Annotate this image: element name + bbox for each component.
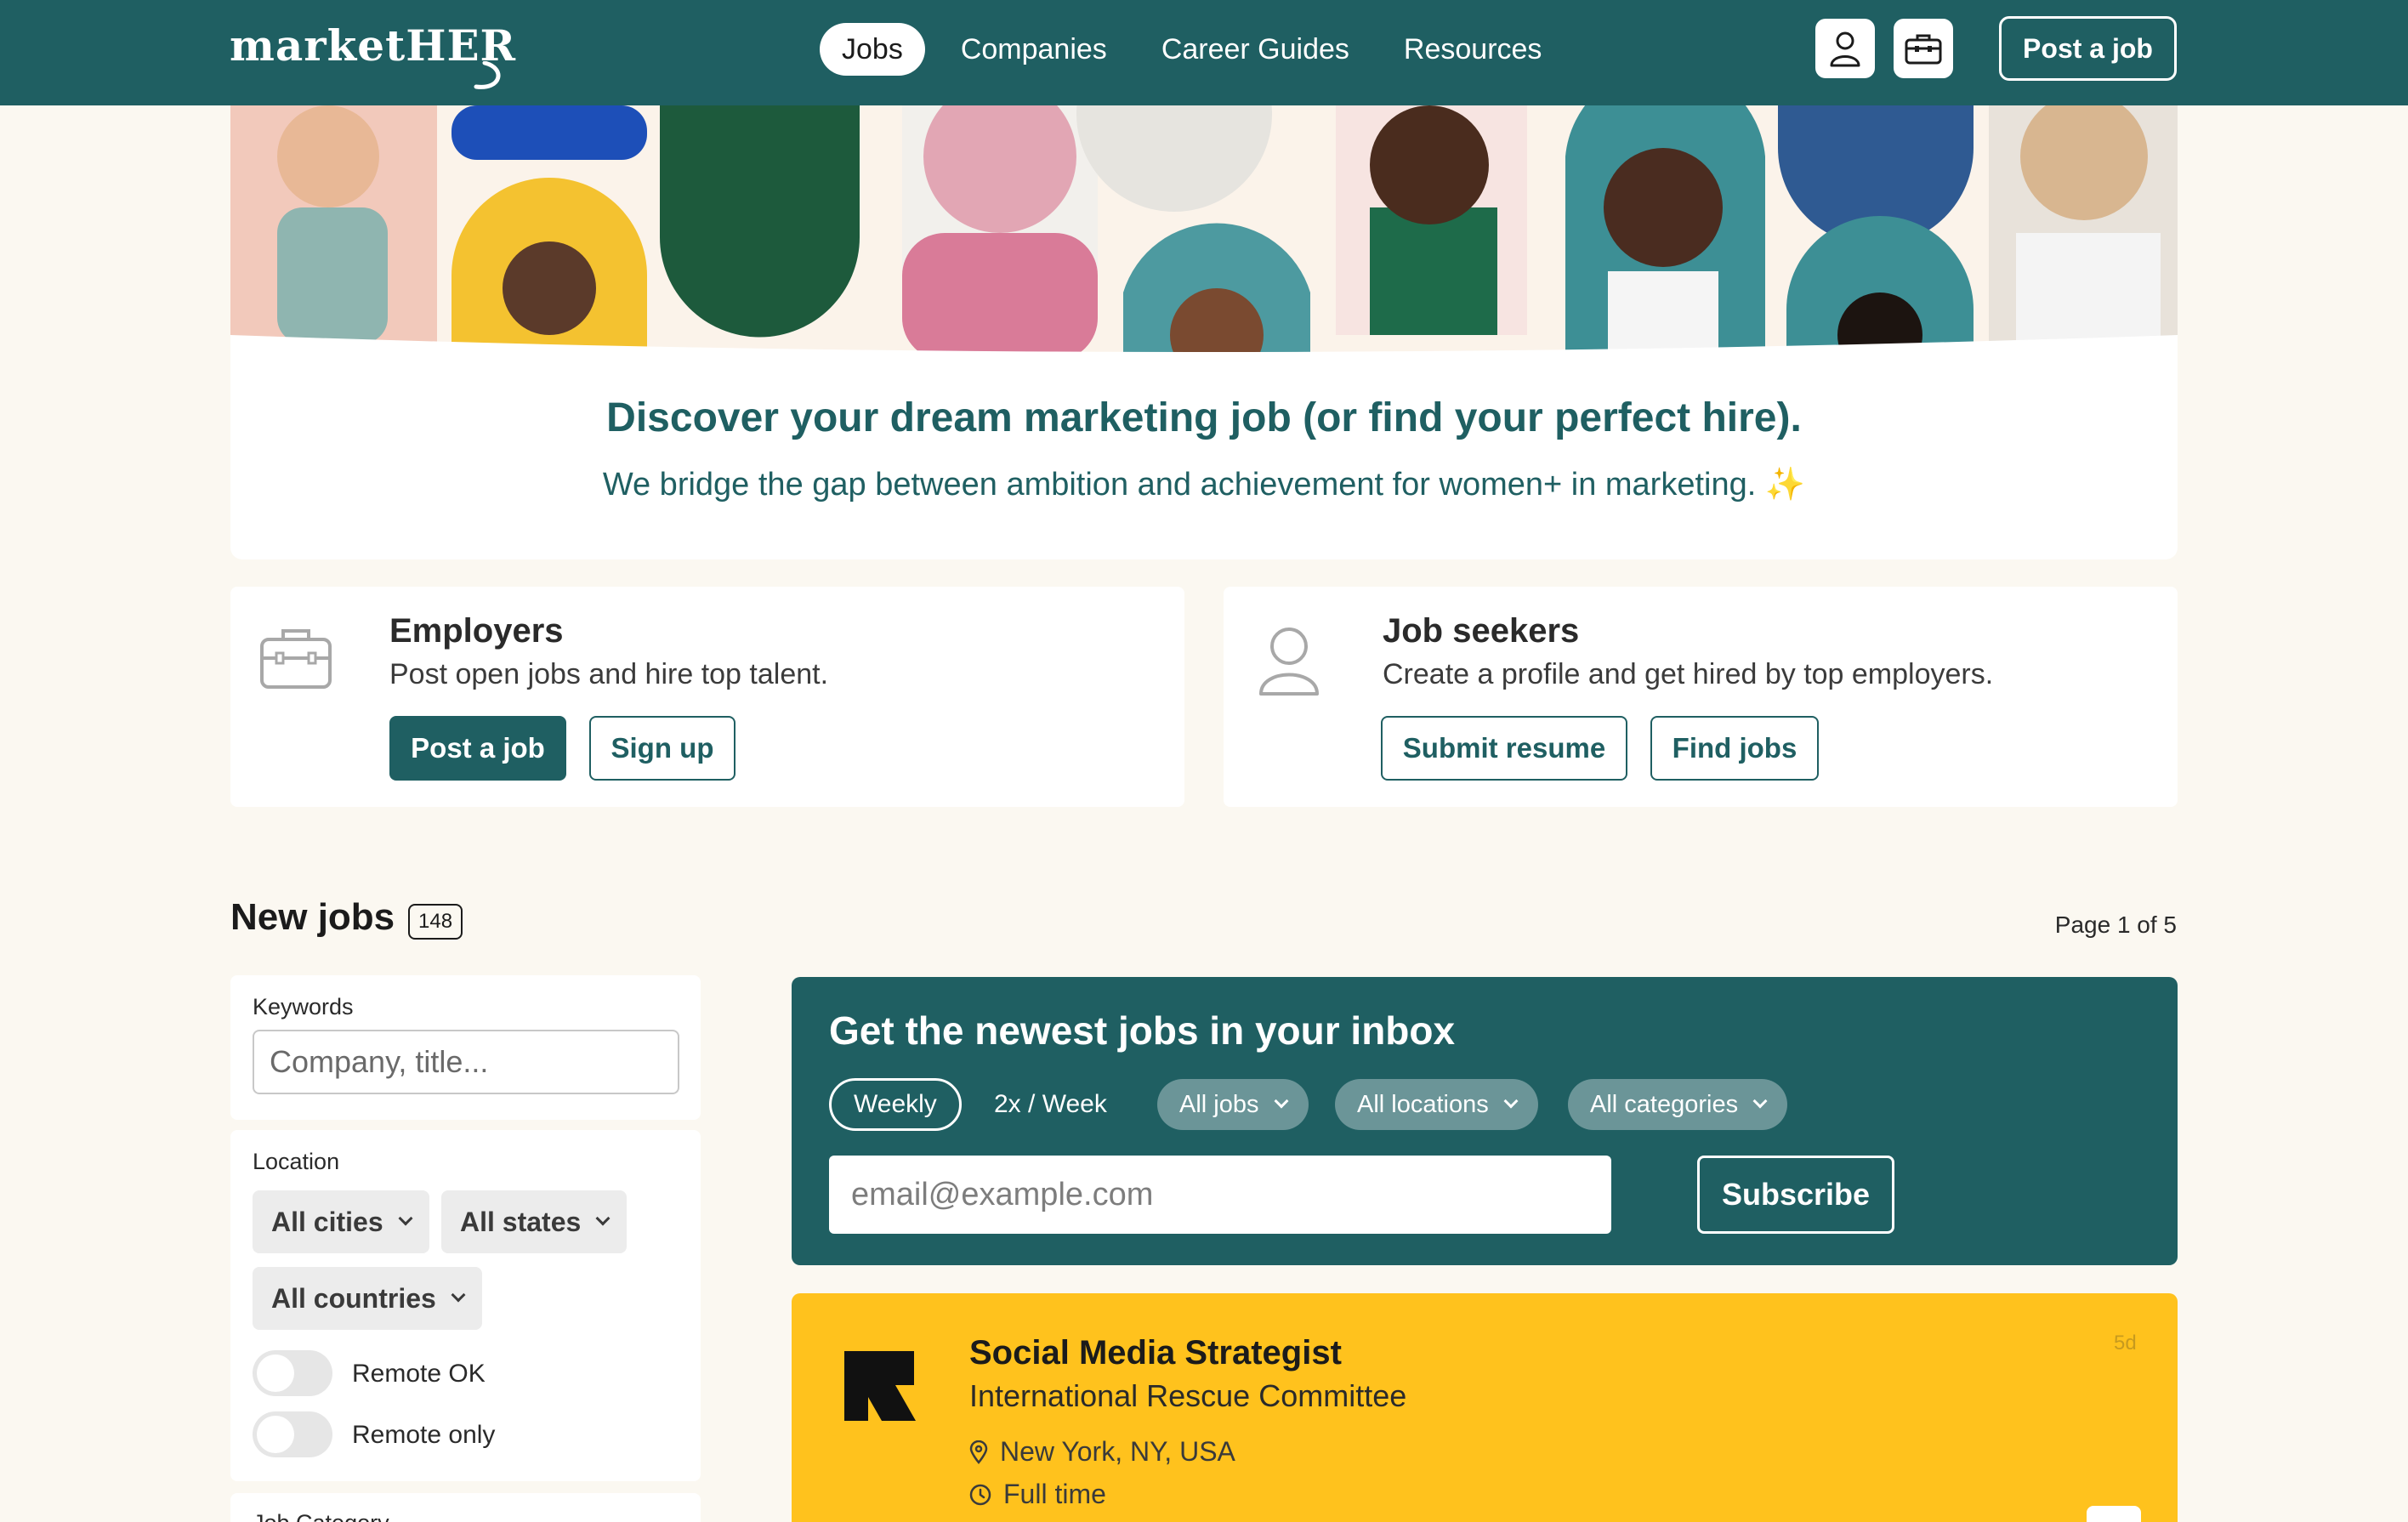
hero-banner: Discover your dream marketing job (or fi…	[230, 105, 2178, 559]
briefcase-icon	[260, 629, 332, 689]
chevron-down-icon	[1503, 1093, 1519, 1109]
newsletter-title: Get the newest jobs in your inbox	[829, 1008, 1456, 1053]
cities-dropdown[interactable]: All cities	[253, 1190, 429, 1253]
newsletter-locations-value: All locations	[1357, 1090, 1489, 1118]
job-type: Full time	[969, 1479, 1106, 1510]
logo-swoosh	[474, 61, 501, 89]
job-company: International Rescue Committee	[969, 1378, 1407, 1413]
toggle-knob	[257, 1416, 294, 1453]
newsletter-jobs-dropdown[interactable]: All jobs	[1157, 1079, 1309, 1130]
chevron-down-icon	[398, 1211, 413, 1226]
countries-dropdown[interactable]: All countries	[253, 1267, 482, 1330]
chevron-down-icon	[451, 1287, 466, 1303]
map-pin-icon	[969, 1440, 988, 1464]
job-location-text: New York, NY, USA	[1000, 1436, 1235, 1467]
remote-ok-label: Remote OK	[352, 1360, 486, 1388]
employers-post-job-button[interactable]: Post a job	[389, 716, 566, 781]
briefcase-icon	[1905, 34, 1942, 65]
account-button[interactable]	[1815, 19, 1875, 78]
person-icon	[1259, 628, 1319, 696]
keywords-input[interactable]	[253, 1030, 679, 1094]
employers-sign-up-button[interactable]: Sign up	[589, 716, 735, 781]
find-jobs-button[interactable]: Find jobs	[1650, 716, 1819, 781]
jobs-count-badge: 148	[408, 904, 463, 940]
main-nav: Jobs Companies Career Guides Resources	[820, 23, 1577, 76]
job-card[interactable]: Social Media Strategist International Re…	[792, 1293, 2178, 1522]
job-type-text: Full time	[1003, 1479, 1106, 1509]
job-posted-age: 5d	[2114, 1332, 2137, 1354]
toggle-knob	[257, 1354, 294, 1392]
frequency-2x-week-button[interactable]: 2x / Week	[972, 1078, 1129, 1131]
hero-title: Discover your dream marketing job (or fi…	[606, 395, 1802, 440]
frequency-weekly-button[interactable]: Weekly	[829, 1078, 962, 1131]
newsletter-locations-dropdown[interactable]: All locations	[1335, 1079, 1538, 1130]
employers-card: Employers Post open jobs and hire top ta…	[230, 587, 1184, 807]
hero-subtitle: We bridge the gap between ambition and a…	[602, 467, 1806, 503]
job-location: New York, NY, USA	[969, 1436, 1235, 1468]
job-title[interactable]: Social Media Strategist	[969, 1334, 1342, 1372]
submit-resume-button[interactable]: Submit resume	[1381, 716, 1627, 781]
logo[interactable]: marketHER	[230, 20, 516, 89]
job-category-filter: Job Category	[230, 1493, 701, 1522]
hero-photo-collage	[230, 105, 2178, 361]
post-job-button[interactable]: Post a job	[1999, 16, 2177, 81]
states-dropdown[interactable]: All states	[441, 1190, 628, 1253]
chevron-down-icon	[1274, 1093, 1288, 1109]
chevron-down-icon	[595, 1211, 611, 1226]
job-seekers-title: Job seekers	[1383, 612, 1580, 650]
job-seekers-card: Job seekers Create a profile and get hir…	[1224, 587, 2178, 807]
newsletter-jobs-value: All jobs	[1179, 1090, 1259, 1118]
new-jobs-heading: New jobs	[230, 896, 395, 938]
newsletter-categories-dropdown[interactable]: All categories	[1568, 1079, 1788, 1130]
remote-only-label: Remote only	[352, 1421, 496, 1449]
employer-button[interactable]	[1894, 19, 1953, 78]
nav-jobs[interactable]: Jobs	[820, 23, 925, 76]
company-logo	[829, 1336, 931, 1436]
employers-title: Employers	[389, 612, 564, 650]
job-category-label: Job Category	[253, 1510, 389, 1522]
nav-companies[interactable]: Companies	[942, 23, 1126, 76]
keywords-label: Keywords	[253, 994, 354, 1019]
job-seekers-desc: Create a profile and get hired by top em…	[1383, 658, 1994, 690]
page-indicator: Page 1 of 5	[2054, 911, 2177, 938]
location-filter: Location All cities All states All count…	[230, 1130, 701, 1481]
remote-only-toggle[interactable]	[253, 1411, 332, 1457]
nav-career-guides[interactable]: Career Guides	[1143, 23, 1368, 76]
newsletter-signup: Get the newest jobs in your inbox Weekly…	[792, 977, 2178, 1265]
nav-resources[interactable]: Resources	[1385, 23, 1561, 76]
states-value: All states	[460, 1206, 582, 1237]
person-icon	[1830, 31, 1860, 67]
newsletter-email-input[interactable]	[829, 1156, 1611, 1234]
top-nav: marketHER Jobs Companies Career Guides R…	[0, 0, 2408, 105]
cities-value: All cities	[271, 1206, 383, 1237]
clock-icon	[969, 1484, 991, 1505]
chevron-down-icon	[1752, 1093, 1768, 1109]
subscribe-button[interactable]: Subscribe	[1697, 1156, 1894, 1234]
location-label: Location	[253, 1149, 340, 1174]
save-job-button[interactable]	[2087, 1506, 2141, 1522]
employers-desc: Post open jobs and hire top talent.	[389, 658, 829, 690]
remote-ok-toggle[interactable]	[253, 1350, 332, 1396]
newsletter-categories-value: All categories	[1590, 1090, 1739, 1118]
keywords-filter: Keywords	[230, 975, 701, 1120]
countries-value: All countries	[271, 1282, 436, 1314]
